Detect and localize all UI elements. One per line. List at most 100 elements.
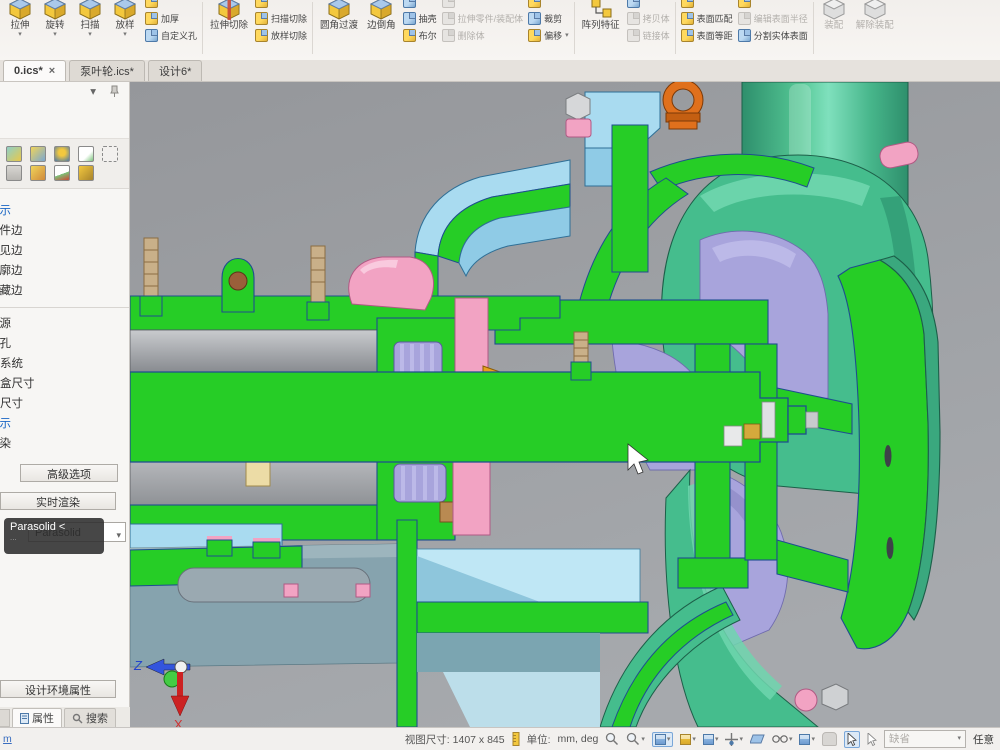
pin-icon[interactable] [110, 85, 119, 97]
clipped-ribbon-item[interactable] [627, 0, 670, 10]
display-mode-icon[interactable]: ▾ [703, 734, 719, 745]
clipped-ribbon-item[interactable] [528, 0, 569, 10]
tree-item[interactable]: 包围盒尺寸 [0, 374, 129, 394]
lifting-eye[interactable] [222, 259, 254, 313]
surface-offset-button[interactable]: 表面等距 [681, 27, 733, 44]
tree-item[interactable]: 开孔 [0, 334, 129, 354]
surface-match-button[interactable]: 表面匹配 [681, 10, 733, 27]
clipped-ribbon-item[interactable] [145, 0, 197, 10]
tree-item[interactable]: 零件边 [0, 221, 129, 241]
tree-item[interactable]: 显示 [0, 201, 129, 221]
clipped-ribbon-item[interactable] [681, 0, 733, 10]
clipped-tab[interactable] [0, 709, 10, 727]
render-style-icon[interactable] [6, 146, 22, 162]
edit-sheet-icon[interactable] [78, 146, 94, 162]
tree-item[interactable]: 渲染 [0, 434, 129, 454]
zoom-options-icon[interactable]: ▾ [626, 732, 645, 746]
clipped-ribbon-item[interactable] [442, 0, 524, 10]
status-link-fragment[interactable]: m [3, 733, 17, 745]
split-solid-surface-button[interactable]: 分割实体表面 [738, 27, 808, 44]
pump-base[interactable] [130, 524, 397, 667]
seal-cover-pink[interactable] [349, 257, 434, 310]
material-icon[interactable] [30, 146, 46, 162]
shade-mode-icon[interactable]: ▾ [680, 734, 696, 745]
shell-icon [403, 12, 416, 25]
zoom-in-icon[interactable] [605, 732, 619, 746]
loft-icon [112, 0, 138, 20]
thicken-button[interactable]: 加厚 [145, 10, 197, 27]
document-tab-impeller[interactable]: 泵叶轮.ics* [69, 60, 145, 81]
extrude-part-icon [442, 12, 455, 25]
collapse-chevron-icon[interactable]: ▾ [90, 84, 96, 98]
advanced-options-button[interactable]: 高级选项 [20, 464, 118, 482]
tool-icon [145, 0, 158, 8]
trim-button[interactable]: 裁剪 [528, 10, 569, 27]
close-icon[interactable]: × [49, 65, 55, 77]
clipped-ribbon-item[interactable] [403, 0, 437, 10]
panel-icon-toolbar [0, 138, 129, 189]
document-tab-design6[interactable]: 设计6* [148, 60, 202, 81]
revolve-button[interactable]: 旋转▾ [40, 0, 70, 38]
selection-filter-dropdown[interactable]: 缺省▾ [884, 730, 966, 748]
bearing-lower[interactable] [377, 456, 462, 540]
extrude-button[interactable]: 拉伸▾ [5, 0, 35, 38]
axis-triad-icon[interactable] [54, 165, 70, 181]
perspective-icon[interactable]: ▾ [772, 734, 793, 744]
boolean-button[interactable]: 布尔 [403, 27, 437, 44]
tree-item[interactable]: 光源 [0, 314, 129, 334]
bracket-bolt[interactable] [566, 93, 591, 137]
shield-medal-icon[interactable] [54, 146, 70, 162]
search-icon [72, 713, 83, 724]
fillet-button[interactable]: 圆角过渡 [318, 0, 360, 31]
custom-hole-button[interactable]: 自定义孔 [145, 27, 197, 44]
realtime-render-button[interactable]: 实时渲染 [0, 492, 116, 510]
offset-button[interactable]: 偏移▾ [528, 27, 569, 44]
center-stud[interactable] [571, 332, 591, 380]
clipped-ribbon-item[interactable] [255, 0, 307, 10]
pump-shaft[interactable] [130, 372, 818, 462]
view-cube-icon[interactable]: ▾ [799, 734, 815, 745]
calculator-icon[interactable] [6, 165, 22, 181]
design-environment-properties-button[interactable]: 设计环境属性 [0, 680, 116, 698]
pattern-feature-button[interactable]: 阵列特征 [580, 0, 622, 31]
viewport-3d[interactable]: Z X [130, 82, 1000, 727]
tree-item[interactable]: 坐标系统 [0, 354, 129, 374]
ribbon-toolbar: 拉伸▾ 旋转▾ 扫描▾ 放样▾ 加厚 自定义孔 [0, 0, 1000, 61]
offset-icon [528, 29, 541, 42]
chevron-down-icon: ▾ [53, 31, 57, 38]
shaft-upper-bore[interactable] [130, 330, 377, 372]
part-box-icon[interactable] [78, 165, 94, 181]
loft-button[interactable]: 放样▾ [110, 0, 140, 38]
any-filter-label[interactable]: 任意 [973, 732, 994, 747]
tree-item[interactable]: 可见边 [0, 241, 129, 261]
document-tab-active[interactable]: 0.ics* × [3, 60, 66, 81]
move-view-icon[interactable]: ▾ [725, 733, 743, 746]
casing-top-rail[interactable] [130, 296, 560, 330]
base-rib[interactable] [397, 520, 417, 727]
sweep-cut-button[interactable]: 扫描切除 [255, 10, 307, 27]
tree-item[interactable]: 轮廓边 [0, 261, 129, 281]
tab-properties[interactable]: 属性 [12, 708, 62, 727]
clipped-ribbon-item[interactable] [738, 0, 808, 10]
ribbon-group-cut: 拉伸切除 扫描切除 放样切除 [203, 0, 312, 60]
oil-pocket[interactable] [178, 568, 370, 602]
loft-cut-button[interactable]: 放样切除 [255, 27, 307, 44]
cursor-icon[interactable] [867, 733, 877, 746]
chamfer-button[interactable]: 边倒角 [365, 0, 398, 31]
frame-icon[interactable] [102, 146, 118, 162]
tree-item[interactable]: 显示 [0, 414, 129, 434]
fit-view-icon[interactable]: ▾ [652, 732, 674, 747]
select-cursor-icon[interactable] [844, 731, 860, 748]
tree-item[interactable]: 轮廓尺寸 [0, 394, 129, 414]
options-box-icon[interactable] [30, 165, 46, 181]
shell-button[interactable]: 抽壳 [403, 10, 437, 27]
tree-item[interactable]: 隐藏边 [0, 281, 129, 301]
sweep-button[interactable]: 扫描▾ [75, 0, 105, 38]
bearing-upper[interactable] [377, 318, 455, 380]
tool-icon [681, 0, 694, 8]
extrude-cut-button[interactable]: 拉伸切除 [208, 0, 250, 31]
tab-search[interactable]: 搜索 [64, 708, 116, 727]
loft-cut-icon [255, 29, 268, 42]
plane-icon[interactable] [750, 733, 765, 745]
extrude-cut-icon [216, 0, 242, 20]
